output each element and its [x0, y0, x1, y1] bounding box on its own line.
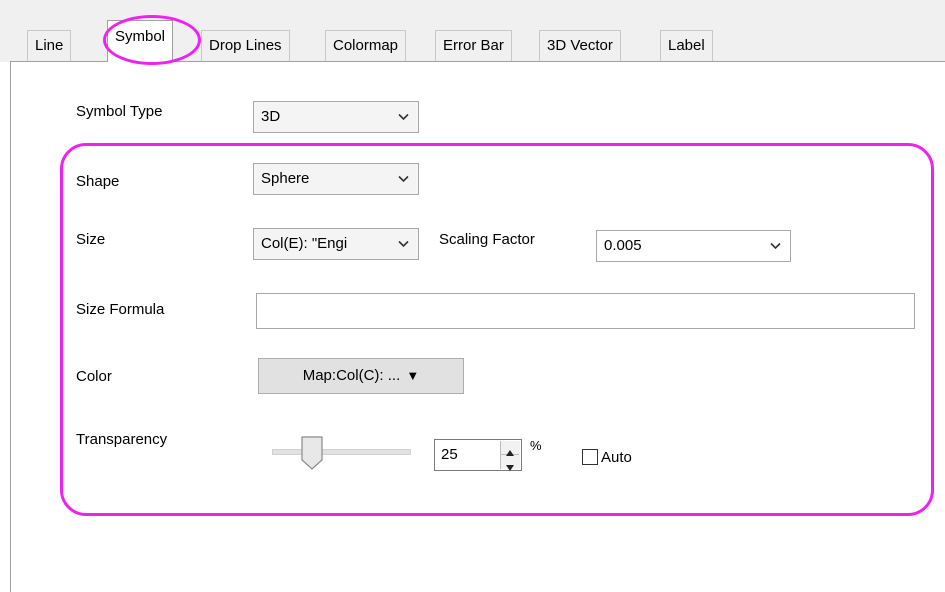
chevron-down-icon — [398, 240, 409, 248]
shape-label: Shape — [76, 173, 120, 190]
size-select[interactable]: Col(E): "Engi — [253, 228, 419, 260]
transparency-slider[interactable] — [268, 436, 413, 470]
symbol-type-select[interactable]: 3D — [253, 101, 419, 133]
symbol-type-label: Symbol Type — [76, 103, 163, 120]
slider-track — [272, 449, 411, 455]
transparency-value[interactable]: 25 — [441, 446, 458, 463]
spin-up-icon[interactable] — [501, 441, 519, 456]
chevron-down-icon — [398, 175, 409, 183]
transparency-spinner[interactable]: 25 — [434, 439, 522, 471]
tab-label[interactable]: Label — [660, 30, 713, 61]
spin-buttons — [500, 441, 520, 471]
color-map-button[interactable]: Map:Col(C): ... ▼ — [258, 358, 464, 394]
tab-drop-lines[interactable]: Drop Lines — [201, 30, 290, 61]
scaling-factor-combo[interactable]: 0.005 — [596, 230, 791, 262]
chevron-down-icon — [398, 113, 409, 121]
auto-label: Auto — [601, 449, 632, 466]
shape-select[interactable]: Sphere — [253, 163, 419, 195]
size-formula-input[interactable] — [256, 293, 915, 329]
size-value: Col(E): "Engi — [261, 235, 348, 252]
size-formula-label: Size Formula — [76, 301, 165, 318]
tab-3d-vector[interactable]: 3D Vector — [539, 30, 621, 61]
transparency-label: Transparency — [76, 431, 168, 448]
size-label: Size — [76, 231, 106, 248]
scaling-factor-label: Scaling Factor — [439, 231, 535, 248]
dropdown-arrow-icon: ▼ — [406, 368, 420, 383]
percent-unit-label: % — [530, 438, 542, 453]
slider-thumb[interactable] — [301, 436, 323, 470]
tab-colormap[interactable]: Colormap — [325, 30, 407, 61]
tab-symbol[interactable]: Symbol — [107, 20, 174, 62]
chevron-down-icon — [770, 242, 781, 250]
tab-line[interactable]: Line — [27, 30, 72, 61]
spin-down-icon[interactable] — [501, 455, 519, 471]
tab-error-bar[interactable]: Error Bar — [435, 30, 512, 61]
auto-checkbox[interactable] — [582, 449, 598, 465]
color-label: Color — [76, 368, 112, 385]
scaling-factor-value[interactable]: 0.005 — [604, 237, 642, 254]
shape-value: Sphere — [261, 170, 310, 187]
color-value: Map:Col(C): ... — [302, 367, 401, 384]
symbol-type-value: 3D — [261, 108, 281, 125]
